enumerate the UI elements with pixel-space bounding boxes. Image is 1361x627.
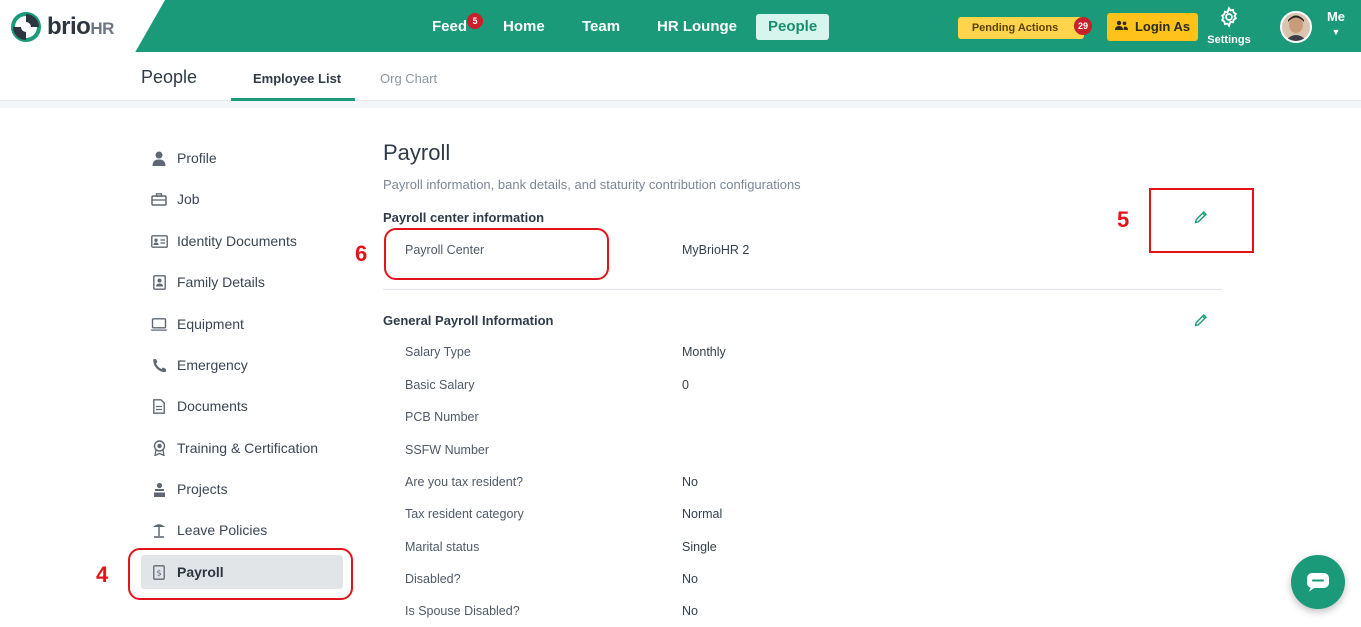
- family-icon: [141, 274, 177, 290]
- chat-bubble-icon: [1307, 573, 1329, 592]
- sidebar-item-label: Projects: [177, 481, 228, 497]
- sidebar-item-emergency[interactable]: Emergency: [141, 348, 343, 382]
- field-label-spouse-disabled: Is Spouse Disabled?: [405, 604, 520, 618]
- field-value-tax-resident: No: [682, 475, 698, 489]
- nav-team[interactable]: Team: [570, 14, 632, 40]
- document-icon: [141, 398, 177, 414]
- gear-icon: [1220, 6, 1238, 28]
- field-value-marital-status: Single: [682, 540, 717, 554]
- sidebar-item-label: Job: [177, 191, 200, 207]
- id-card-icon: [141, 234, 177, 248]
- pending-actions-label: Pending Actions: [971, 22, 1059, 34]
- avatar[interactable]: [1280, 11, 1312, 43]
- section-subtitle: Payroll information, bank details, and s…: [383, 177, 801, 192]
- logo-suffix: HR: [90, 19, 114, 38]
- section-divider: [383, 289, 1222, 290]
- user-icon: [141, 151, 177, 166]
- sub-header: People Employee List Org Chart: [0, 52, 1361, 101]
- laptop-icon: [141, 317, 177, 331]
- annotation-number-4: 4: [96, 562, 109, 587]
- field-label-disabled: Disabled?: [405, 572, 461, 586]
- general-payroll-title: General Payroll Information: [383, 313, 554, 328]
- field-value-salary-type: Monthly: [682, 345, 726, 359]
- sidebar-item-label: Training & Certification: [177, 440, 319, 456]
- beach-icon: [141, 523, 177, 538]
- nav-people[interactable]: People: [756, 14, 830, 40]
- field-value-basic-salary: 0: [682, 378, 689, 392]
- briohr-logo-icon: [11, 12, 41, 42]
- sidebar-item-equipment[interactable]: Equipment: [141, 307, 343, 341]
- sidebar-item-family-details[interactable]: Family Details: [141, 265, 343, 299]
- award-icon: [141, 440, 177, 456]
- tab-employee-list[interactable]: Employee List: [253, 71, 341, 86]
- phone-icon: [141, 358, 177, 373]
- field-label-salary-type: Salary Type: [405, 345, 471, 359]
- field-label-basic-salary: Basic Salary: [405, 378, 475, 392]
- feed-badge: 5: [467, 13, 484, 29]
- field-value-spouse-disabled: No: [682, 604, 698, 618]
- sidebar-item-job[interactable]: Job: [141, 182, 343, 216]
- annotation-number-5: 5: [1117, 207, 1130, 232]
- pencil-icon: [1194, 314, 1207, 327]
- logo-text: brioHR: [47, 13, 114, 41]
- field-value-disabled: No: [682, 572, 698, 586]
- sidebar-item-label: Leave Policies: [177, 522, 268, 538]
- chat-button[interactable]: [1291, 555, 1345, 609]
- user-photo: [1282, 13, 1310, 41]
- section-title: Payroll: [383, 140, 451, 165]
- field-value-payroll-center: MyBrioHR 2: [682, 243, 750, 257]
- logo[interactable]: brioHR: [0, 0, 165, 52]
- header-separator: [0, 101, 1361, 108]
- login-as-button[interactable]: Login As: [1107, 13, 1198, 41]
- annotation-box-payroll: [128, 548, 353, 600]
- payroll-center-title: Payroll center information: [383, 210, 545, 225]
- login-as-label: Login As: [1134, 19, 1191, 34]
- nav-feed[interactable]: Feed 5: [420, 13, 484, 40]
- field-value-tax-resident-category: Normal: [682, 507, 723, 521]
- me-label: Me: [1326, 9, 1346, 24]
- sidebar-item-identity-documents[interactable]: Identity Documents: [141, 224, 343, 258]
- field-label-tax-resident-category: Tax resident category: [405, 507, 524, 521]
- annotation-box-edit: [1149, 188, 1254, 253]
- briefcase-icon: [141, 192, 177, 206]
- nav-home[interactable]: Home: [491, 14, 557, 40]
- field-label-marital-status: Marital status: [405, 540, 480, 554]
- field-label-tax-resident: Are you tax resident?: [405, 475, 524, 489]
- sidebar-item-label: Identity Documents: [177, 233, 297, 249]
- tab-org-chart[interactable]: Org Chart: [380, 71, 437, 86]
- project-icon: [141, 482, 177, 497]
- settings-label: Settings: [1207, 34, 1251, 46]
- pending-actions-button[interactable]: Pending Actions 29: [958, 17, 1092, 39]
- sidebar-item-label: Equipment: [177, 316, 244, 332]
- sidebar-item-label: Documents: [177, 398, 248, 414]
- sidebar-item-profile[interactable]: Profile: [141, 141, 343, 175]
- settings-button[interactable]: Settings: [1205, 6, 1253, 46]
- edit-general-payroll-button[interactable]: [1191, 310, 1211, 330]
- sidebar-item-training-certification[interactable]: Training & Certification: [141, 431, 343, 465]
- top-navigation-bar: brioHR Feed 5 Home Team HR Lounge People…: [0, 0, 1361, 52]
- sidebar-item-label: Emergency: [177, 357, 248, 373]
- nav-hr-lounge[interactable]: HR Lounge: [645, 14, 749, 40]
- caret-down-icon: ▼: [1331, 27, 1341, 37]
- field-label-pcb-number: PCB Number: [405, 410, 479, 424]
- logo-brand: brio: [47, 13, 91, 40]
- me-menu[interactable]: Me ▼: [1322, 9, 1350, 37]
- sidebar-item-leave-policies[interactable]: Leave Policies: [141, 513, 343, 547]
- sidebar-item-label: Profile: [177, 150, 217, 166]
- page-title: People: [141, 67, 198, 87]
- annotation-number-6: 6: [355, 241, 368, 266]
- field-label-ssfw-number: SSFW Number: [405, 443, 490, 457]
- sidebar-item-documents[interactable]: Documents: [141, 389, 343, 423]
- nav-feed-label: Feed: [432, 18, 468, 35]
- pending-actions-badge: 29: [1074, 17, 1092, 35]
- sidebar-item-projects[interactable]: Projects: [141, 472, 343, 506]
- annotation-box-payroll-center: [384, 228, 609, 280]
- sidebar-item-label: Family Details: [177, 274, 265, 290]
- users-icon: [1114, 20, 1131, 34]
